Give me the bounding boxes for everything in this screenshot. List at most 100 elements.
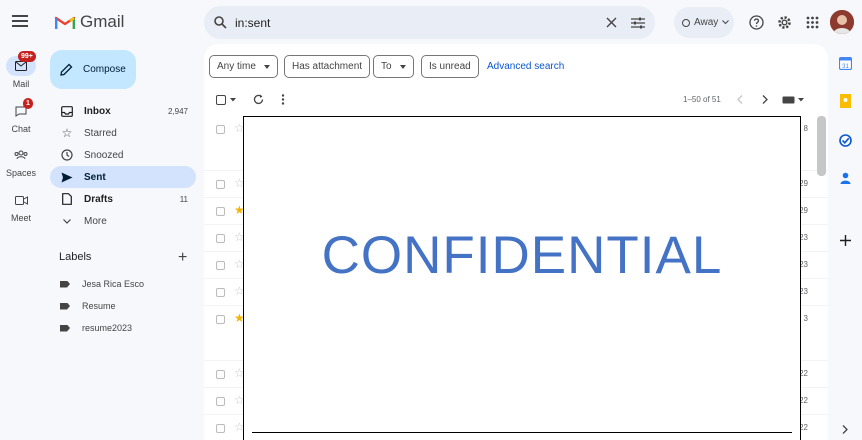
- filter-to[interactable]: To: [373, 55, 414, 78]
- main-menu-button[interactable]: [10, 12, 30, 32]
- compose-label: Compose: [83, 64, 126, 75]
- spaces-icon: [14, 150, 28, 160]
- filter-label: Any time: [217, 61, 256, 72]
- search-options-icon[interactable]: [631, 17, 645, 29]
- nav-drafts[interactable]: Drafts 11: [50, 188, 196, 210]
- gmail-logo[interactable]: Gmail: [55, 12, 124, 32]
- search-bar[interactable]: in:sent: [204, 6, 655, 39]
- search-icon[interactable]: [214, 16, 227, 29]
- gmail-m-icon: [55, 16, 75, 29]
- filter-is-unread[interactable]: Is unread: [421, 55, 479, 78]
- help-icon[interactable]: [746, 12, 766, 32]
- label-name: Jesa Rica Esco: [82, 279, 145, 289]
- drafts-count: 11: [179, 194, 188, 204]
- row-checkbox[interactable]: [216, 261, 225, 270]
- gmail-wordmark: Gmail: [80, 12, 125, 31]
- tasks-icon[interactable]: [836, 131, 854, 149]
- send-icon: [61, 172, 73, 182]
- label-tag-icon: [60, 302, 70, 310]
- nav-snoozed[interactable]: Snoozed: [50, 144, 196, 166]
- rail-chat[interactable]: 1 Chat: [0, 98, 42, 134]
- row-checkbox[interactable]: [216, 125, 225, 134]
- row-checkbox[interactable]: [216, 315, 225, 324]
- label-tag-icon: [60, 280, 70, 288]
- row-date: 8: [803, 124, 808, 133]
- nav-inbox[interactable]: Inbox 2,947: [50, 100, 196, 122]
- get-addons-icon[interactable]: [836, 231, 854, 249]
- status-ring-icon: [682, 18, 690, 27]
- row-checkbox[interactable]: [216, 424, 225, 433]
- next-page-icon[interactable]: [762, 95, 768, 104]
- input-tools-keyboard-icon[interactable]: [782, 96, 804, 104]
- expand-side-panel-icon[interactable]: [836, 420, 854, 438]
- calendar-icon[interactable]: 31: [836, 54, 854, 72]
- rail-meet[interactable]: Meet: [0, 190, 42, 223]
- pencil-icon: [60, 63, 73, 76]
- nav-starred-label: Starred: [84, 127, 117, 139]
- row-checkbox[interactable]: [216, 397, 225, 406]
- inbox-icon: [61, 105, 73, 117]
- rail-mail-label: Mail: [12, 79, 30, 89]
- rail-chat-label: Chat: [11, 124, 31, 134]
- select-all-checkbox[interactable]: [216, 95, 226, 105]
- row-date: 3: [803, 314, 808, 323]
- chevron-down-icon: [63, 218, 71, 224]
- rail-spaces[interactable]: Spaces: [0, 145, 42, 178]
- nav-sent[interactable]: Sent: [50, 166, 196, 188]
- filter-label: Has attachment: [292, 61, 363, 72]
- nav-snoozed-label: Snoozed: [84, 149, 124, 161]
- row-checkbox[interactable]: [216, 370, 225, 379]
- label-item[interactable]: Resume: [60, 301, 116, 311]
- chevron-down-icon: [722, 20, 730, 25]
- label-tag-icon: [60, 324, 70, 332]
- mail-icon: [15, 61, 27, 71]
- row-checkbox[interactable]: [216, 207, 225, 216]
- confidential-watermark-text: CONFIDENTIAL: [321, 226, 723, 285]
- clock-icon: [61, 149, 73, 161]
- add-label-icon[interactable]: +: [178, 249, 187, 267]
- settings-gear-icon[interactable]: [774, 12, 794, 32]
- labels-heading: Labels: [59, 251, 92, 263]
- more-options-icon[interactable]: [281, 94, 285, 105]
- row-checkbox[interactable]: [216, 288, 225, 297]
- label-name: Resume: [82, 301, 116, 311]
- refresh-icon[interactable]: [253, 94, 264, 105]
- rail-meet-label: Meet: [10, 213, 31, 223]
- status-label: Away: [694, 17, 719, 28]
- label-item[interactable]: Jesa Rica Esco: [60, 279, 144, 289]
- keep-icon[interactable]: [836, 92, 854, 110]
- row-checkbox[interactable]: [216, 180, 225, 189]
- select-menu-caret-icon[interactable]: [230, 98, 236, 102]
- row-checkbox[interactable]: [216, 234, 225, 243]
- nav-more[interactable]: More: [50, 210, 196, 232]
- overlay-divider: [252, 432, 792, 433]
- nav-starred[interactable]: ☆ Starred: [50, 122, 196, 144]
- rail-spaces-label: Spaces: [5, 168, 37, 178]
- filter-has-attachment[interactable]: Has attachment: [284, 55, 371, 78]
- video-camera-icon: [14, 195, 28, 205]
- label-item[interactable]: resume2023: [60, 323, 132, 333]
- draft-file-icon: [62, 193, 72, 205]
- advanced-search-link[interactable]: Advanced search: [487, 61, 564, 72]
- status-selector[interactable]: Away: [674, 7, 734, 38]
- clear-search-icon[interactable]: [606, 17, 617, 28]
- filter-label: To: [381, 61, 392, 72]
- nav-drafts-label: Drafts: [84, 193, 113, 205]
- filter-any-time[interactable]: Any time: [209, 55, 278, 78]
- svg-text:31: 31: [842, 64, 849, 70]
- nav-sent-label: Sent: [84, 171, 106, 183]
- search-input[interactable]: in:sent: [235, 16, 592, 30]
- compose-button[interactable]: Compose: [50, 50, 136, 89]
- chat-unread-badge: 1: [23, 98, 33, 109]
- previous-page-icon[interactable]: [737, 95, 743, 104]
- star-icon: ☆: [61, 126, 73, 140]
- label-name: resume2023: [82, 323, 133, 333]
- inbox-count: 2,947: [167, 106, 188, 116]
- nav-more-label: More: [84, 215, 107, 227]
- pagination-range: 1–50 of 51: [683, 95, 721, 104]
- rail-mail[interactable]: 99+ Mail: [0, 51, 42, 89]
- scrollbar-thumb[interactable]: [817, 116, 826, 176]
- account-avatar[interactable]: [830, 10, 854, 34]
- contacts-icon[interactable]: [836, 169, 854, 187]
- google-apps-icon[interactable]: [802, 12, 822, 32]
